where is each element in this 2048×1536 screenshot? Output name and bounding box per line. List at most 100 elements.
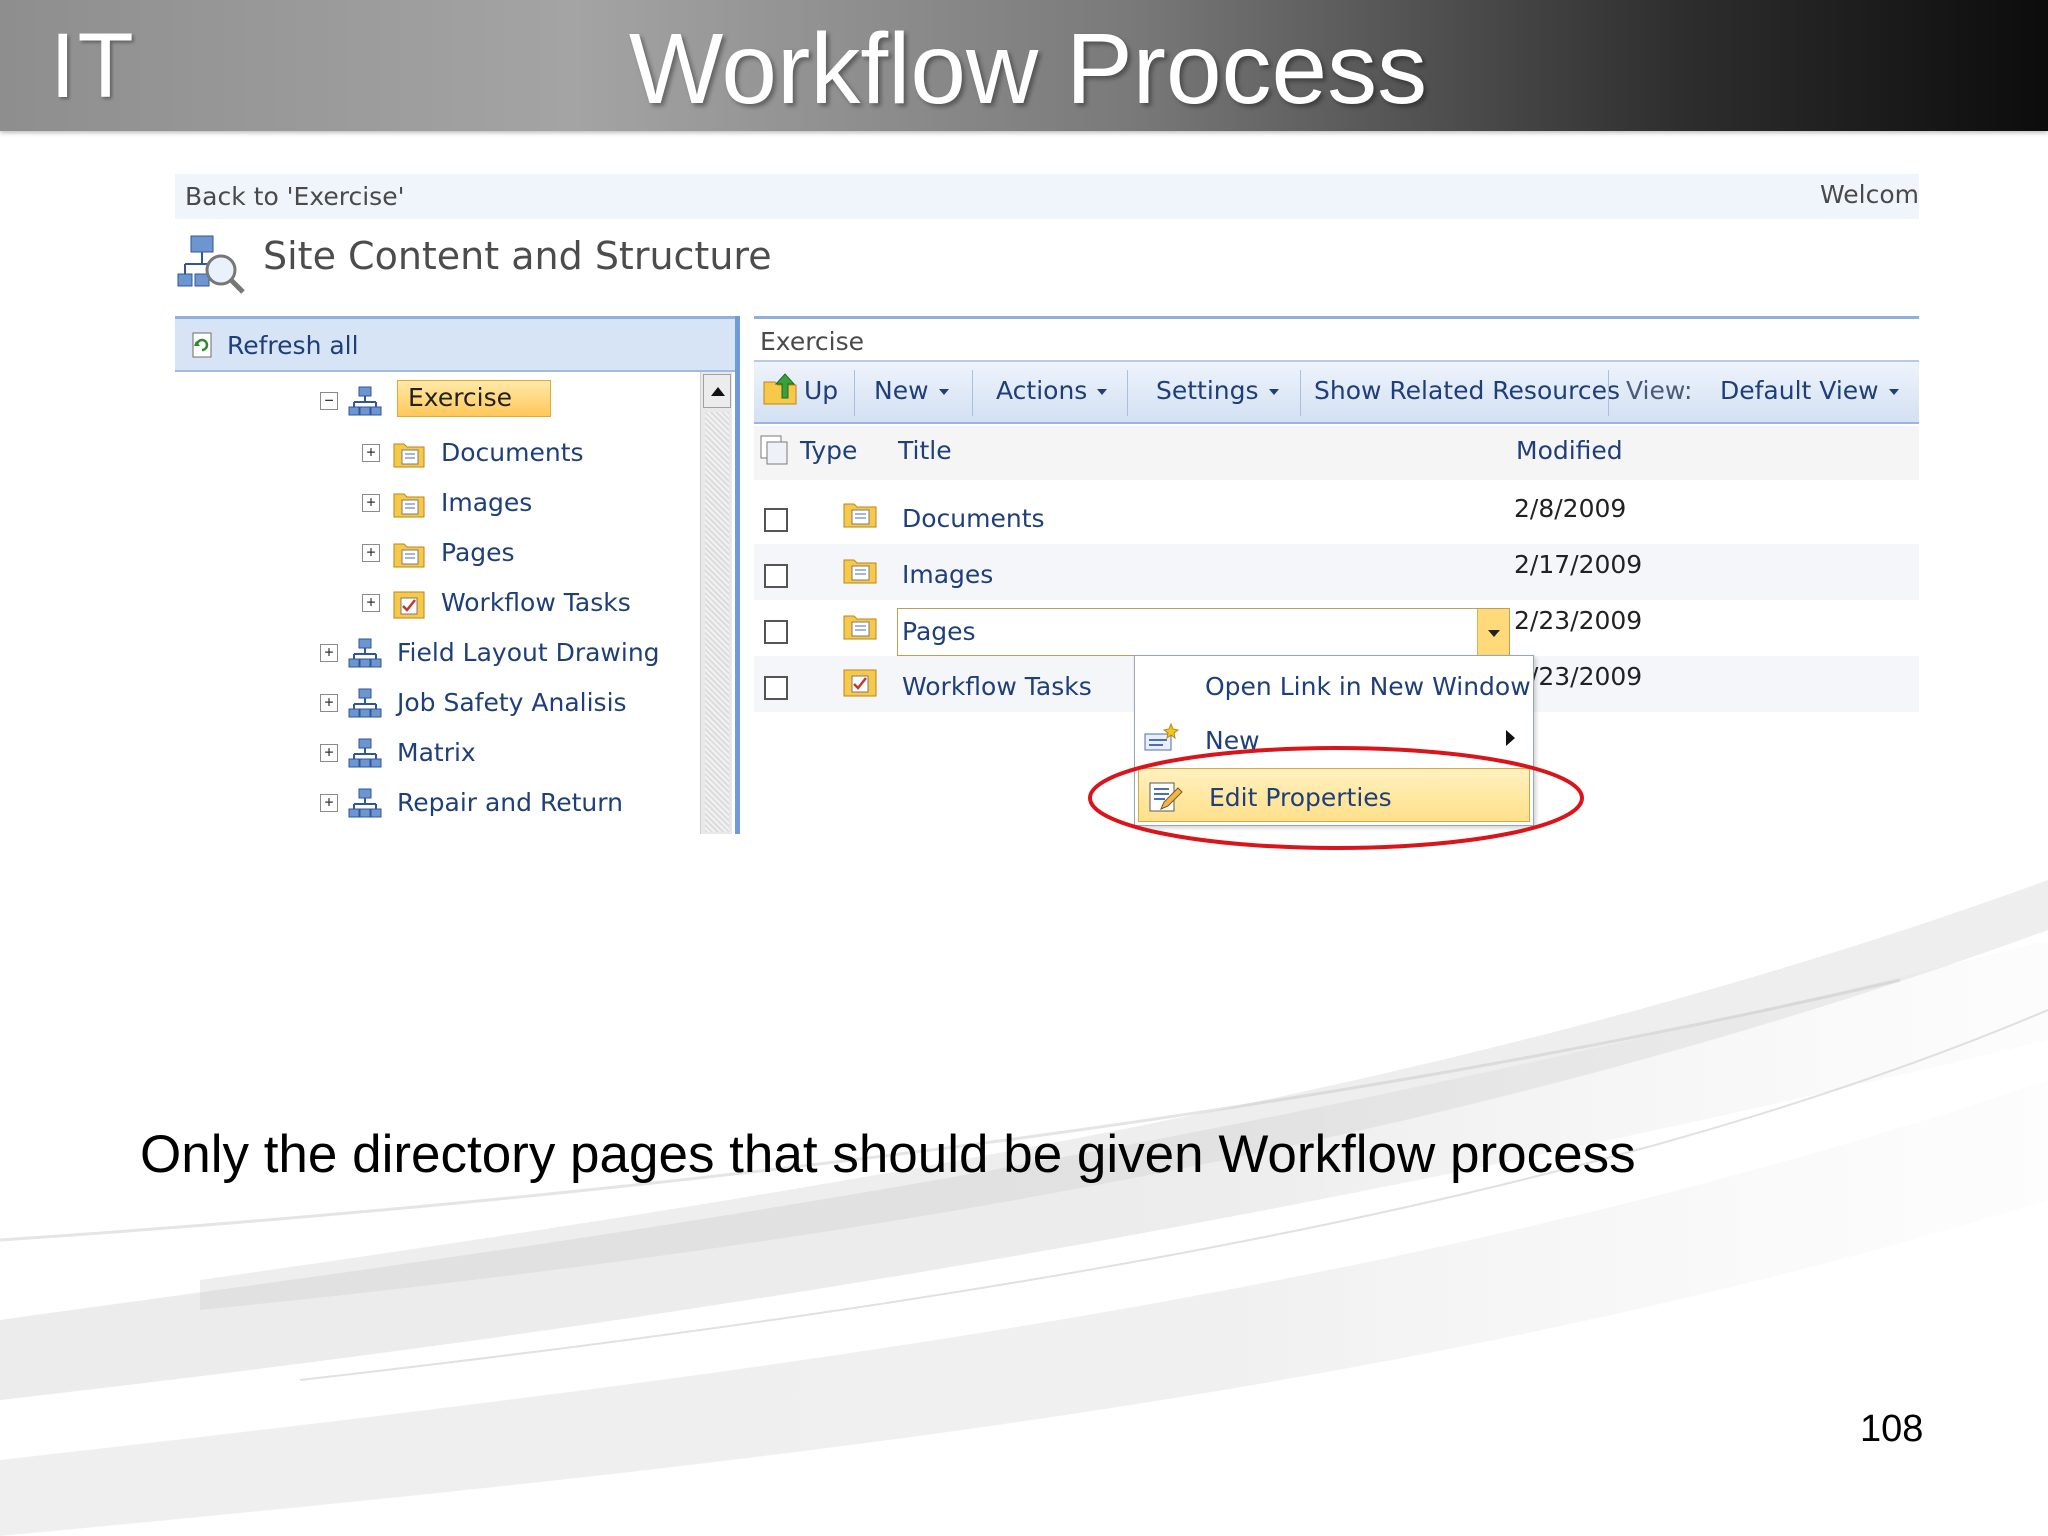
tree-item-pages[interactable]: + Pages xyxy=(175,532,700,574)
tree-item-label: Matrix xyxy=(397,738,476,767)
content-toolbar: Up New Actions Settings Show Related Res… xyxy=(754,360,1919,424)
row-title-link[interactable]: Pages xyxy=(902,617,976,646)
view-selector-value: Default View xyxy=(1720,376,1879,405)
site-structure-icon xyxy=(177,235,245,294)
expand-icon[interactable]: + xyxy=(320,644,338,662)
toolbar-separator xyxy=(1127,370,1128,416)
actions-menu-label: Actions xyxy=(996,376,1088,405)
tree-item-label: Documents xyxy=(441,438,584,467)
expand-icon[interactable]: + xyxy=(320,794,338,812)
tree-item-label: Pages xyxy=(441,538,515,567)
site-icon xyxy=(348,386,382,416)
pane-divider[interactable] xyxy=(735,316,740,834)
table-row: Pages 2/23/2009 xyxy=(754,600,1919,656)
refresh-icon xyxy=(192,332,212,358)
table-row: Images 2/17/2009 xyxy=(754,544,1919,600)
tree-item-documents[interactable]: + Documents xyxy=(175,432,700,474)
library-icon xyxy=(843,559,877,584)
tree-item-job-safety-analisis[interactable]: + Job Safety Analisis xyxy=(175,682,700,724)
page-number: 108 xyxy=(1860,1408,1924,1450)
select-all-icon[interactable] xyxy=(759,434,791,466)
row-title-link[interactable]: Documents xyxy=(902,504,1045,533)
tree-item-repair-and-return[interactable]: + Repair and Return xyxy=(175,782,700,824)
tree-scrollbar[interactable] xyxy=(700,372,732,834)
tree-item-exercise[interactable]: − Exercise xyxy=(175,380,700,422)
row-checkbox[interactable] xyxy=(764,508,788,532)
tree-pane: Refresh all − Exercise + Documents + Ima… xyxy=(175,316,735,834)
scroll-up-arrow-icon[interactable] xyxy=(703,374,731,408)
tree-item-label: Repair and Return xyxy=(397,788,623,817)
row-checkbox[interactable] xyxy=(764,564,788,588)
row-modified: 2/8/2009 xyxy=(1514,494,1627,523)
row-title-selected[interactable]: Pages xyxy=(897,608,1510,656)
row-modified: 2/17/2009 xyxy=(1514,550,1643,579)
slide-caption: Only the directory pages that should be … xyxy=(140,1125,1636,1184)
expand-icon[interactable]: + xyxy=(320,694,338,712)
site-icon xyxy=(348,688,382,718)
column-header-type[interactable]: Type xyxy=(800,436,857,465)
tree-item-label: Workflow Tasks xyxy=(441,588,631,617)
chevron-down-icon xyxy=(938,389,949,395)
tree-item-label: Exercise xyxy=(397,380,552,417)
column-header-title[interactable]: Title xyxy=(898,436,952,465)
row-title-link[interactable]: Images xyxy=(902,560,993,589)
table-row: Documents 2/8/2009 xyxy=(754,488,1919,544)
library-icon xyxy=(843,615,877,640)
view-selector[interactable]: Default View xyxy=(1720,376,1899,405)
site-icon xyxy=(348,638,382,668)
row-title-link[interactable]: Workflow Tasks xyxy=(902,672,1092,701)
row-modified: 2/23/2009 xyxy=(1514,606,1643,635)
slide-header: IT Workflow Process xyxy=(0,0,2048,131)
library-icon xyxy=(393,443,425,468)
top-nav-bar: Back to 'Exercise' Welcom xyxy=(175,174,1919,219)
settings-menu-label: Settings xyxy=(1156,376,1259,405)
new-menu-label: New xyxy=(874,376,929,405)
column-header-modified[interactable]: Modified xyxy=(1516,436,1623,465)
up-folder-icon[interactable] xyxy=(762,372,798,406)
site-content-title: Site Content and Structure xyxy=(263,234,772,278)
menu-item-label: Open Link in New Window xyxy=(1205,672,1531,701)
refresh-all-bar[interactable]: Refresh all xyxy=(175,316,735,372)
toolbar-separator xyxy=(972,370,973,416)
highlight-circle-annotation xyxy=(1088,746,1584,850)
slide-title: Workflow Process xyxy=(0,12,2048,127)
expand-icon[interactable]: + xyxy=(362,444,380,462)
slide-title-text: Workflow Process xyxy=(628,13,1428,125)
refresh-all-label: Refresh all xyxy=(227,331,359,360)
tree-item-images[interactable]: + Images xyxy=(175,482,700,524)
view-label: View: xyxy=(1626,376,1693,405)
column-headers: Type Title Modified xyxy=(754,426,1919,480)
scroll-track[interactable] xyxy=(705,412,729,832)
row-checkbox[interactable] xyxy=(764,620,788,644)
site-icon xyxy=(348,788,382,818)
tree-item-field-layout-drawing[interactable]: + Field Layout Drawing xyxy=(175,632,700,674)
expand-icon[interactable]: + xyxy=(362,544,380,562)
row-checkbox[interactable] xyxy=(764,676,788,700)
item-dropdown-icon[interactable] xyxy=(1477,609,1509,655)
new-menu-button[interactable]: New xyxy=(874,376,949,405)
expand-icon[interactable]: + xyxy=(362,494,380,512)
tree-item-workflow-tasks[interactable]: + Workflow Tasks xyxy=(175,582,700,624)
show-related-resources-button[interactable]: Show Related Resources xyxy=(1314,376,1620,405)
tree-item-label: Images xyxy=(441,488,533,517)
tree-item-label: Job Safety Analisis xyxy=(397,688,627,717)
back-link[interactable]: Back to 'Exercise' xyxy=(185,182,404,211)
task-list-icon xyxy=(843,669,877,697)
welcome-menu[interactable]: Welcom xyxy=(1820,180,1919,209)
expand-icon[interactable]: + xyxy=(320,744,338,762)
library-icon xyxy=(843,503,877,528)
chevron-down-icon xyxy=(1097,389,1108,395)
menu-item-open-link-new-window[interactable]: Open Link in New Window xyxy=(1135,658,1533,712)
tree-item-matrix[interactable]: + Matrix xyxy=(175,732,700,774)
tree-item-label: Field Layout Drawing xyxy=(397,638,660,667)
toolbar-separator xyxy=(1608,370,1609,416)
chevron-down-icon xyxy=(1888,389,1899,395)
up-button[interactable]: Up xyxy=(804,376,838,405)
toolbar-separator xyxy=(854,370,855,416)
actions-menu-button[interactable]: Actions xyxy=(996,376,1108,405)
sharepoint-screenshot: Back to 'Exercise' Welcom Site Content a… xyxy=(175,172,1919,834)
settings-menu-button[interactable]: Settings xyxy=(1156,376,1279,405)
expand-icon[interactable]: + xyxy=(362,594,380,612)
content-pane-title: Exercise xyxy=(760,327,865,356)
collapse-icon[interactable]: − xyxy=(320,392,338,410)
